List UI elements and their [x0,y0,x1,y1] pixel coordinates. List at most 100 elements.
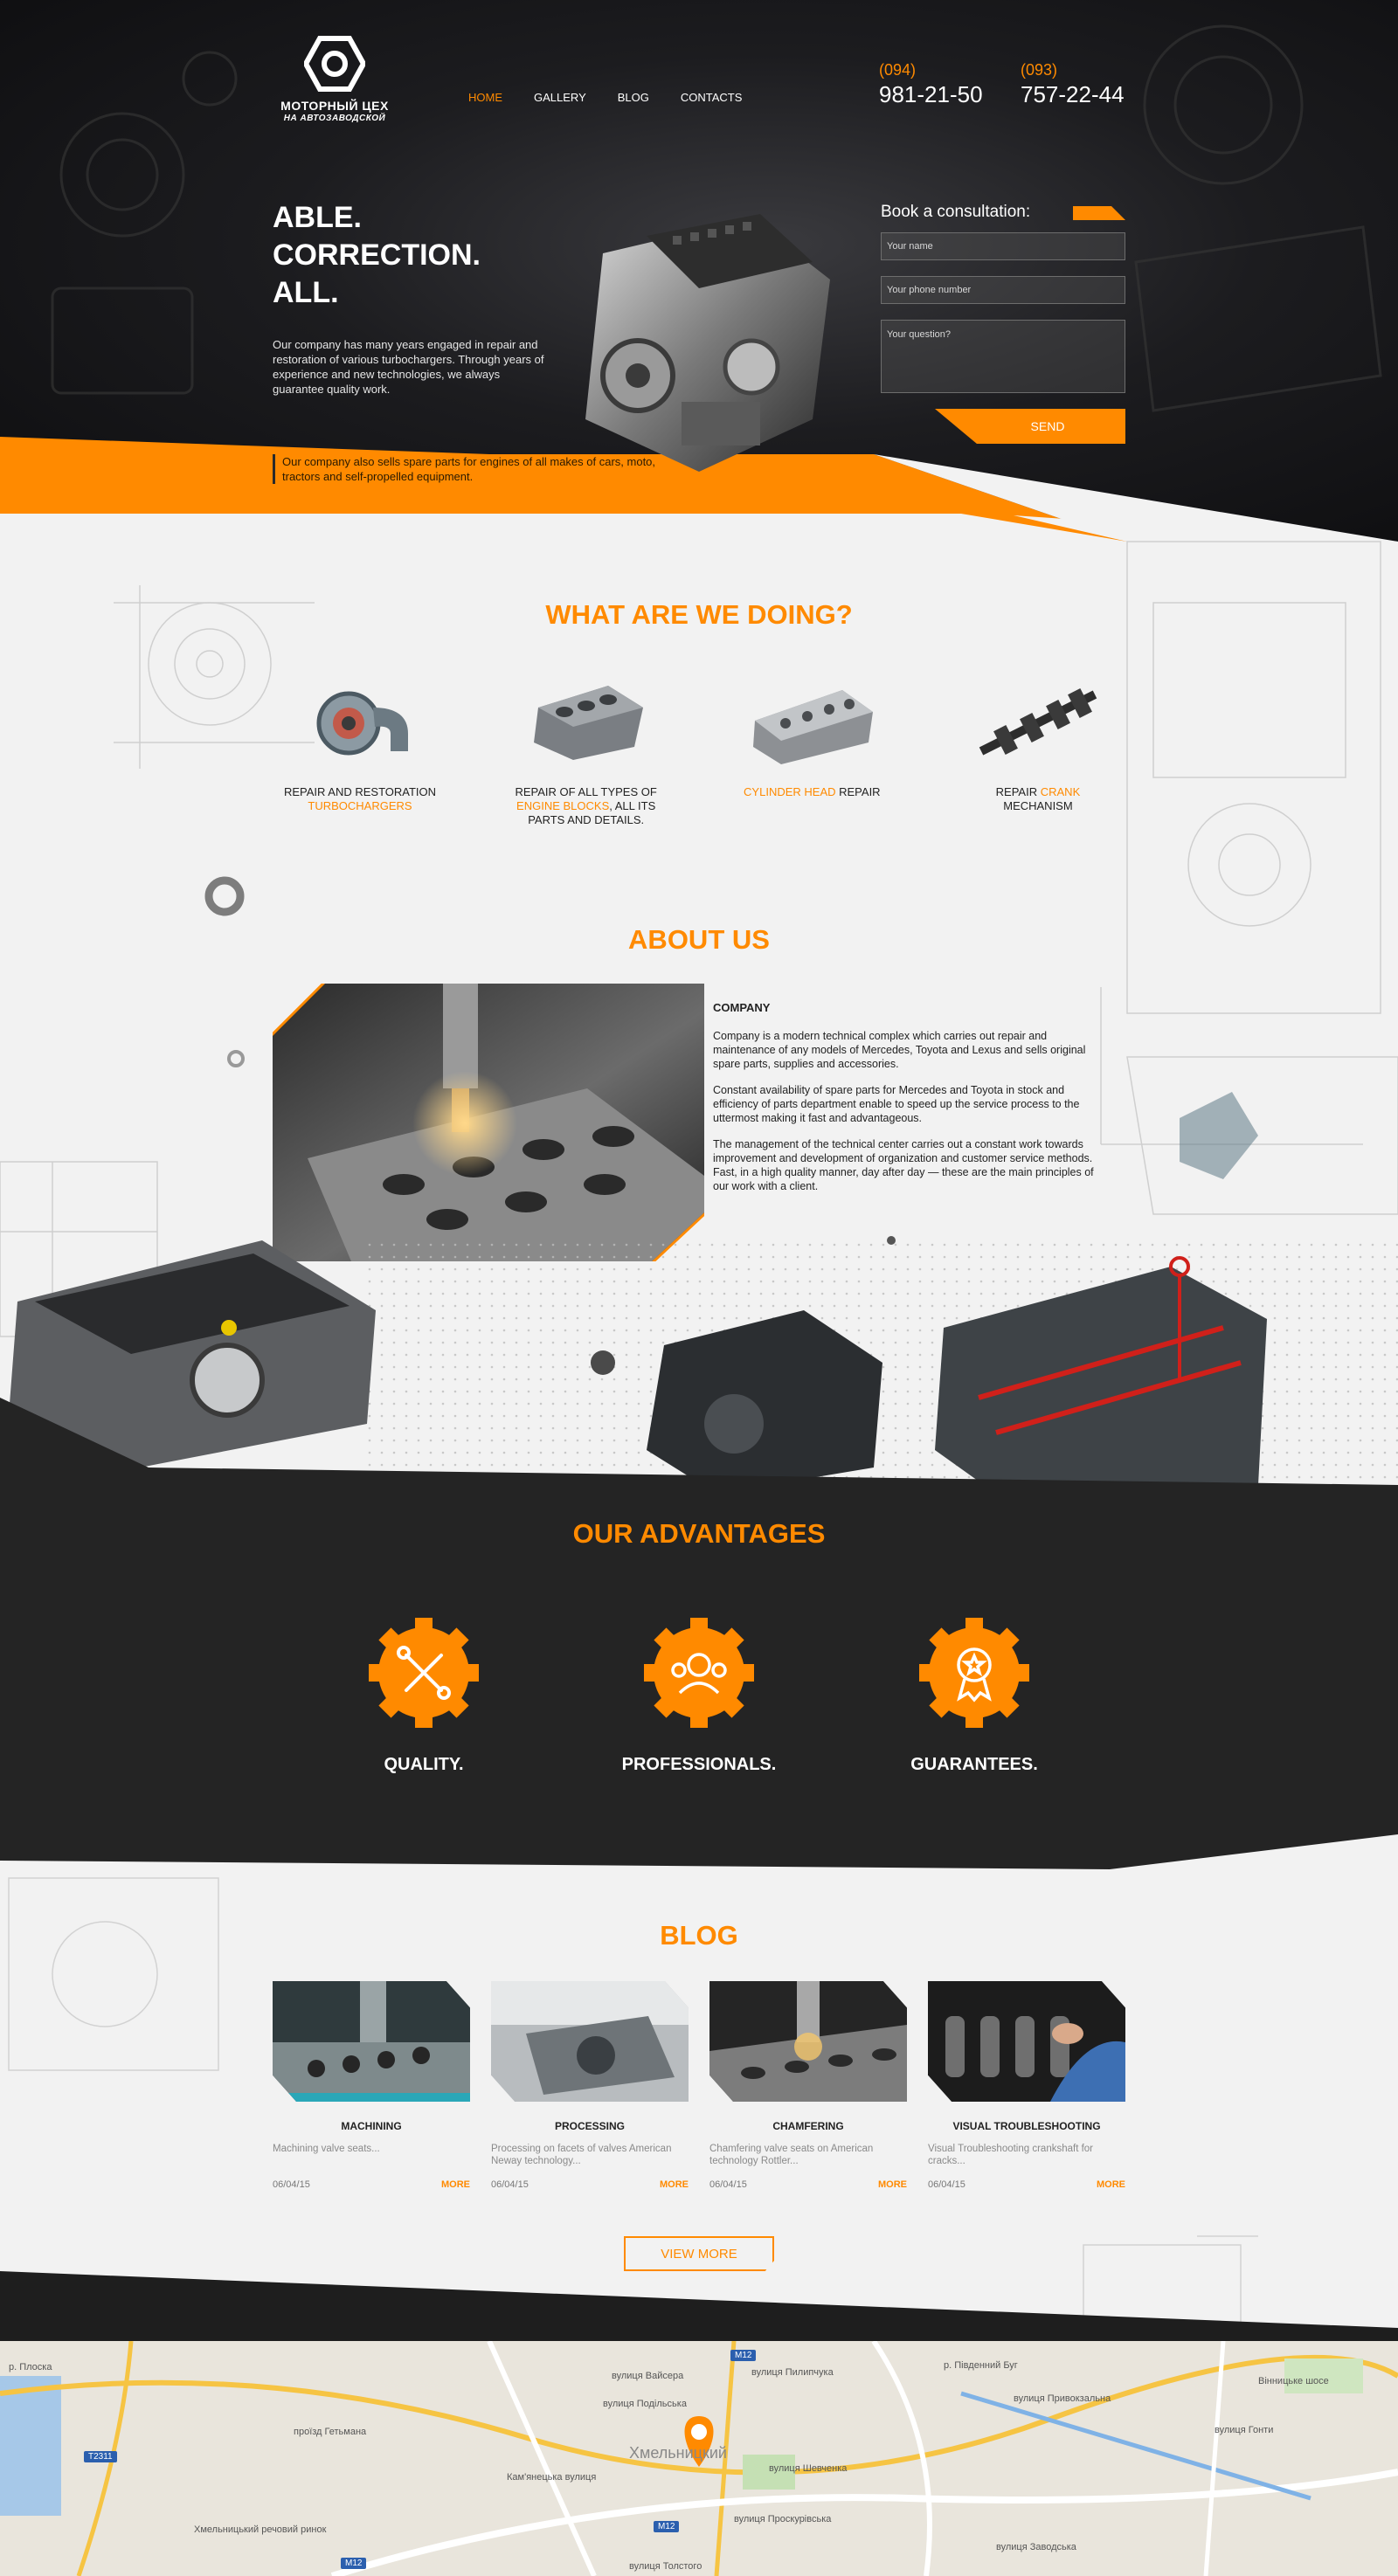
phone-code: (093) [1021,61,1058,79]
post-title: MACHINING [341,2120,402,2132]
blog-post[interactable]: CHAMFERING Chamfering valve seats on Ame… [709,1981,907,2190]
question-textarea[interactable] [881,320,1125,393]
post-thumbnail [273,1981,470,2102]
about-paragraph: Company is a modern technical complex wh… [713,1030,1086,1070]
hero-title-line: ALL. [273,276,339,309]
post-description: Visual Troubleshooting crankshaft for cr… [928,2144,1094,2166]
map-road-badge: M12 [654,2521,680,2532]
advantage-item: QUALITY. [332,1616,516,1775]
nav-blog[interactable]: BLOG [618,91,649,104]
post-more-link[interactable]: MORE [441,2179,470,2190]
post-thumbnail [709,1981,907,2102]
map-city-label: Хмельницкий [629,2444,727,2462]
advantage-label: PROFESSIONALS. [621,1755,777,1774]
about-heading: COMPANY [713,1001,771,1014]
advantages-section-title: OUR ADVANTAGES [572,1518,826,1549]
post-description: Processing on facets of valves American … [491,2144,672,2166]
post-more-link[interactable]: MORE [878,2179,907,2190]
post-date: 06/04/15 [709,2179,747,2190]
post-title: VISUAL TROUBLESHOOTING [952,2120,1101,2132]
advantages-list: QUALITY. PROFESSIONALS. GUARANTEES. [332,1616,1066,1775]
advantage-item: GUARANTEES. [882,1616,1066,1775]
post-title: CHAMFERING [772,2120,844,2132]
crankshaft-image [979,688,1097,756]
services-list: REPAIR AND RESTORATION TURBOCHARGERS REPA… [273,673,1125,827]
phone-input[interactable] [881,276,1125,304]
service-item[interactable]: CYLINDER HEAD REPAIR [724,673,899,827]
post-description: Chamfering valve seats on American techn… [709,2144,874,2166]
map-road-badge: M12 [341,2558,367,2569]
map-street-label: вулиця Привокзальна [1014,2393,1111,2404]
service-label: REPAIR AND RESTORATION TURBOCHARGERS [283,785,437,812]
service-item[interactable]: REPAIR AND RESTORATION TURBOCHARGERS [273,673,447,827]
name-input[interactable] [881,232,1125,260]
blog-list: MACHINING Machining valve seats... 06/04… [273,1981,1125,2190]
map-place-label: Хмельницький речовий ринок [194,2524,327,2535]
post-thumbnail [491,1981,689,2102]
advantage-label: GUARANTEES. [910,1755,1038,1774]
turbocharger-image [316,691,408,756]
cylinder-head-image [753,690,874,764]
about-paragraph: The management of the technical center c… [713,1138,1094,1192]
tools-icon [369,1618,479,1728]
service-label: REPAIR OF ALL TYPES OF ENGINE BLOCKS, ALL… [515,785,657,826]
map-street-label: вулиця Вайсера [612,2371,684,2381]
hero-title: ABLE. CORRECTION. ALL. [273,199,481,312]
phone-code: (094) [879,61,917,79]
map-street-label: вулиця Пилипчука [751,2367,834,2378]
nav-gallery[interactable]: GALLERY [534,91,586,104]
view-more-button[interactable]: VIEW MORE [624,2236,774,2271]
logo-subtitle: НА АВТОЗАВОДСКОЙ [283,114,386,123]
hexagon-nut-icon [302,36,367,92]
phone-number: 757-22-44 [1021,81,1125,107]
map-road-badge: M12 [730,2350,757,2361]
blog-section-title: BLOG [660,1920,738,1951]
post-more-link[interactable]: MORE [1097,2179,1125,2190]
team-icon [644,1618,754,1728]
about-section-title: ABOUT US [628,924,770,955]
service-item[interactable]: REPAIR CRANK MECHANISM [951,673,1125,827]
map-street-label: вулиця Подільська [603,2399,687,2409]
main-nav: HOME GALLERY BLOG CONTACTS [468,91,742,104]
map-street-label: Кам'янецька вулиця [507,2472,597,2483]
phone-1[interactable]: (094) 981-21-50 [879,61,983,108]
advantage-item: PROFESSIONALS. [607,1616,791,1775]
post-more-link[interactable]: MORE [660,2179,689,2190]
location-map[interactable]: Хмельницкий вулиця Вайсера вулиця Поділь… [0,2341,1398,2576]
post-date: 06/04/15 [928,2179,965,2190]
map-street-label: проїзд Гетьмана [294,2427,367,2437]
map-street-label: Вінницьке шосе [1258,2376,1329,2386]
phone-2[interactable]: (093) 757-22-44 [1021,61,1125,108]
phone-number: 981-21-50 [879,81,983,107]
hero-description: Our company has many years engaged in re… [273,338,544,396]
what-section-title: WHAT ARE WE DOING? [545,599,853,630]
post-date: 06/04/15 [491,2179,529,2190]
blog-post[interactable]: PROCESSING Processing on facets of valve… [491,1981,689,2190]
hero-title-line: ABLE. [273,201,362,234]
blurred-part-image [1180,1092,1258,1179]
engine-image [585,214,830,472]
service-item[interactable]: REPAIR OF ALL TYPES OF ENGINE BLOCKS, ALL… [499,673,674,827]
service-label: REPAIR CRANK MECHANISM [995,785,1081,812]
about-paragraph: Constant availability of spare parts for… [713,1084,1080,1124]
engine-block-image [533,686,643,760]
hero-section: МОТОРНЫЙ ЦЕХ НА АВТОЗАВОДСКОЙ HOME GALLE… [0,0,1398,542]
post-title: PROCESSING [554,2120,625,2132]
map-river-label: р. Південний Буг [944,2360,1018,2371]
nav-contacts[interactable]: CONTACTS [681,91,743,104]
map-street-label: вулиця Толстого [629,2561,702,2572]
post-date: 06/04/15 [273,2179,310,2190]
nav-home[interactable]: HOME [468,91,502,104]
blog-post[interactable]: VISUAL TROUBLESHOOTING Visual Troublesho… [928,1981,1125,2190]
about-text: COMPANY Company is a modern technical co… [713,1001,1110,1205]
blog-post[interactable]: MACHINING Machining valve seats... 06/04… [273,1981,470,2190]
logo-title: МОТОРНЫЙ ЦЕХ [280,99,389,113]
map-street-label: вулиця Гонти [1215,2425,1274,2435]
hero-title-line: CORRECTION. [273,238,481,272]
logo[interactable]: МОТОРНЫЙ ЦЕХ НА АВТОЗАВОДСКОЙ [273,35,397,123]
service-label: CYLINDER HEAD REPAIR [744,785,881,798]
post-description: Machining valve seats... [273,2144,380,2154]
map-street-label: вулиця Шевченка [769,2463,848,2474]
orange-flag-icon [1073,206,1125,220]
map-river-label: р. Плоска [9,2362,52,2372]
